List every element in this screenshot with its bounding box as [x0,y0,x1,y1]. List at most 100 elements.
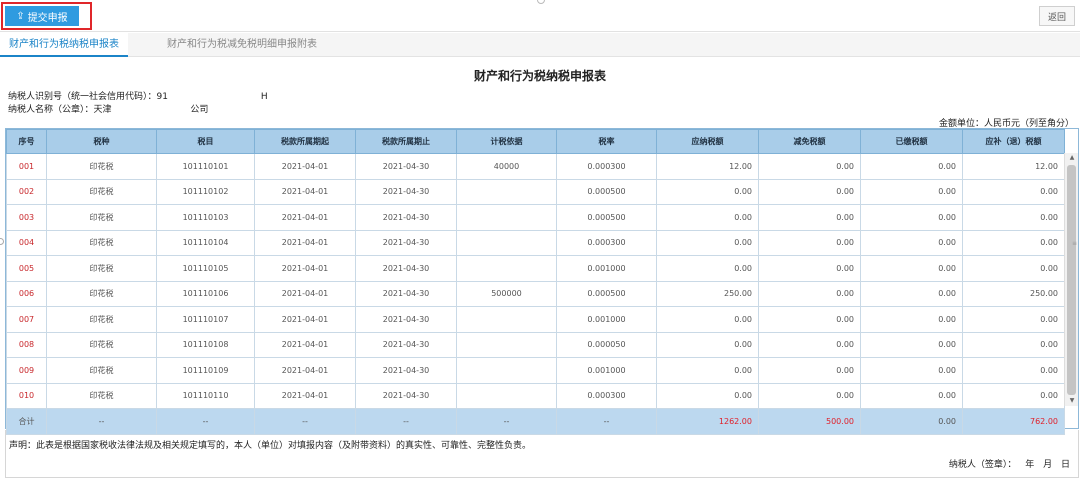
table-cell: 0.000300 [556,382,657,409]
taxpayer-id-suffix: H [260,92,268,102]
row-seq: 002 [6,178,47,205]
scroll-up-arrow-icon[interactable]: ▲ [1065,153,1079,163]
table-cell: 12.00 [656,153,759,180]
table-cell: 0.000300 [556,229,657,256]
table-cell: 印花税 [46,382,157,409]
table-cell: 0.00 [962,382,1065,409]
table-cell: 2021-04-01 [254,255,356,282]
table-cell[interactable] [456,178,557,205]
table-cell[interactable] [456,229,557,256]
table-cell: 2021-04-30 [355,280,457,307]
table-cell: 101110104 [156,229,255,256]
table-row: 002 印花税 101110102 2021-04-01 2021-04-30 0.000… [6,178,1065,205]
row-seq: 009 [6,357,47,384]
table-cell: 2021-04-01 [254,331,356,358]
table-cell: 印花税 [46,255,157,282]
scroll-thumb[interactable] [1067,165,1076,395]
table-cell: 12.00 [962,153,1065,180]
table-cell: 印花税 [46,178,157,205]
table-cell: 0.00 [860,255,963,282]
table-cell: 0.000500 [556,204,657,231]
table-cell: 2021-04-30 [355,178,457,205]
table-cell: 0.00 [758,306,861,333]
table-cell: 2021-04-30 [355,382,457,409]
table-cell: 101110108 [156,331,255,358]
table-cell: 0.00 [962,204,1065,231]
table-cell: 0.00 [860,229,963,256]
taxpayer-name-suffix: 公司 [190,105,209,115]
submit-button[interactable]: ⇪ 提交申报 [5,6,79,26]
table-cell[interactable] [456,357,557,384]
tab-tax-declaration[interactable]: 财产和行为税纳税申报表 [0,33,128,57]
row-seq: 001 [6,153,47,180]
table-cell[interactable] [456,255,557,282]
table-row: 010 印花税 101110110 2021-04-01 2021-04-30 0.000… [6,382,1065,409]
table-cell[interactable] [456,306,557,333]
table-scrollbar[interactable]: ▲ ▼ [1064,153,1078,406]
table-cell: 0.00 [656,382,759,409]
taxpayer-name: 纳税人名称（公章）：天津 公司 [8,102,208,115]
col-header: 减免税额 [758,129,861,154]
table-cell: 0.000500 [556,280,657,307]
tab-tax-relief-detail[interactable]: 财产和行为税减免税明细申报附表 [158,33,326,57]
table-cell: 0.00 [656,331,759,358]
table-cell: 0.00 [860,382,963,409]
row-seq: 003 [6,204,47,231]
table-cell: 0.00 [860,280,963,307]
row-seq: 004 [6,229,47,256]
table-cell: 2021-04-01 [254,357,356,384]
table-cell: 0.000050 [556,331,657,358]
row-seq: 007 [6,306,47,333]
table-cell: 0.00 [758,255,861,282]
table-row: 003 印花税 101110103 2021-04-01 2021-04-30 0.000… [6,204,1065,231]
table-cell: 0.001000 [556,306,657,333]
table-row: 007 印花税 101110107 2021-04-01 2021-04-30 0.001… [6,306,1065,333]
submit-label: 提交申报 [27,12,68,24]
table-cell: 印花税 [46,229,157,256]
right-edge-grip-icon: ≡ [1072,240,1078,247]
table-cell: 101110101 [156,153,255,180]
scroll-down-arrow-icon[interactable]: ▼ [1065,396,1079,406]
table-cell: 0.00 [656,357,759,384]
declaration-section: 声明：此表是根据国家税收法律法规及相关规定填写的，本人（单位）对填报内容（及附带… [5,430,1079,478]
taxpayer-id-label: 纳税人识别号（统一社会信用代码）：91 [8,92,168,102]
table-cell: 印花税 [46,306,157,333]
table-cell: 2021-04-30 [355,306,457,333]
table-cell: 0.00 [758,229,861,256]
table-cell[interactable]: 40000 [456,153,557,180]
table-cell: 2021-04-01 [254,153,356,180]
table-cell: 2021-04-30 [355,331,457,358]
left-edge-handle [0,238,4,245]
col-header: 税种 [46,129,157,154]
col-header: 税目 [156,129,255,154]
tab-bar: 财产和行为税纳税申报表 财产和行为税减免税明细申报附表 [0,33,1080,57]
col-header: 应补（退）税额 [962,129,1065,154]
table-cell: 101110109 [156,357,255,384]
table-cell: 0.00 [860,204,963,231]
table-row: 006 印花税 101110106 2021-04-01 2021-04-30 50000… [6,280,1065,307]
table-cell: 0.00 [962,229,1065,256]
table-cell[interactable] [456,204,557,231]
declaration-table: 序号 税种 税目 税款所属期起 税款所属期止 计税依据 税率 应纳税额 减免税额… [5,128,1079,435]
table-cell: 0.00 [860,178,963,205]
table-cell: 0.00 [962,331,1065,358]
declaration-text: 声明：此表是根据国家税收法律法规及相关规定填写的，本人（单位）对填报内容（及附带… [9,441,532,451]
table-cell: 印花税 [46,153,157,180]
table-cell[interactable]: 500000 [456,280,557,307]
table-cell[interactable] [456,331,557,358]
table-cell: 0.00 [758,382,861,409]
table-cell: 0.00 [656,178,759,205]
table-cell: 101110110 [156,382,255,409]
table-cell: 2021-04-30 [355,153,457,180]
table-cell: 0.00 [656,255,759,282]
row-seq: 010 [6,382,47,409]
table-cell[interactable] [456,382,557,409]
table-cell: 101110103 [156,204,255,231]
row-seq: 008 [6,331,47,358]
back-button[interactable]: 返回 [1039,6,1075,26]
table-cell: 0.001000 [556,255,657,282]
col-header: 税款所属期止 [355,129,457,154]
table-cell: 0.00 [656,229,759,256]
table-cell: 2021-04-01 [254,229,356,256]
col-header: 计税依据 [456,129,557,154]
